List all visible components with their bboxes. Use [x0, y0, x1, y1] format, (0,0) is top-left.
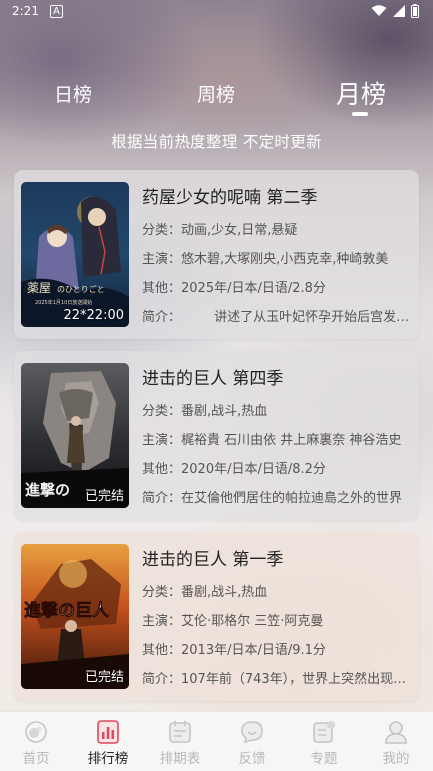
feedback-icon [241, 721, 263, 744]
nav-profile[interactable]: 我的 [360, 720, 432, 767]
tab-monthly[interactable]: 月榜 [336, 75, 386, 111]
status-bar: 2:21 A [0, 0, 433, 24]
notification-icon: A [50, 5, 63, 18]
cover-badge: 22*22:00 [63, 308, 124, 323]
nav-ranking[interactable]: 排行榜 [72, 720, 144, 767]
wifi-icon [371, 5, 387, 16]
topic-icon [313, 721, 335, 743]
cover-image: 進撃の巨人 已完结 [21, 544, 129, 689]
intro-value: 讲述了从玉叶妃怀孕开始后宫发生的一系列事件 [214, 310, 410, 325]
nav-feedback-label: 反馈 [238, 751, 266, 767]
category-label: 分类： [142, 404, 182, 419]
item-title: 药屋少女的呢喃 第二季 [142, 188, 318, 208]
other-value: 2025年/日本/日语/2.8分 [181, 281, 326, 296]
item-category: 分类：番剧,战斗,热血 [142, 581, 410, 600]
nav-topic-label: 专题 [310, 751, 338, 767]
signal-icon [393, 5, 405, 17]
cast-label: 主演： [142, 252, 182, 267]
nav-schedule-label: 排期表 [159, 751, 201, 767]
nav-home-label: 首页 [22, 751, 50, 767]
nav-topic[interactable]: 专题 [288, 720, 360, 767]
intro-label: 简介： [142, 491, 182, 506]
item-title: 进击的巨人 第四季 [142, 369, 284, 389]
cover-badge: 已完结 [84, 670, 124, 685]
other-value: 2020年/日本/日语/8.2分 [181, 462, 326, 477]
profile-icon [385, 721, 407, 744]
list-item[interactable]: 進撃の 已完结 进击的巨人 第四季 分类：番剧,战斗,热血 主演：梶裕貴 石川由… [14, 351, 419, 520]
cover-badge: 已完结 [84, 489, 124, 504]
item-intro: 简介：在艾倫他們居住的帕拉迪島之外的世界 [142, 487, 410, 506]
item-intro: 简介： 讲述了从玉叶妃怀孕开始后宫发生的一系列事件 [142, 306, 410, 325]
other-label: 其他： [142, 643, 182, 658]
intro-value: 107年前（743年），世界上突然出现了巨人 [181, 672, 410, 687]
intro-label: 简介： [142, 672, 182, 687]
svg-text:進撃の巨人: 進撃の巨人 [24, 600, 110, 621]
item-category: 分类：动画,少女,日常,悬疑 [142, 219, 410, 238]
nav-profile-label: 我的 [382, 751, 410, 767]
other-label: 其他： [142, 281, 182, 296]
category-label: 分类： [142, 585, 182, 600]
nav-schedule[interactable]: 排期表 [144, 720, 216, 767]
item-category: 分类：番剧,战斗,热血 [142, 400, 410, 419]
list-item[interactable]: 進撃の巨人 已完结 进击的巨人 第一季 分类：番剧,战斗,热血 主演：艾伦·耶格… [14, 532, 419, 701]
status-icons [371, 4, 419, 18]
item-cast: 主演：艾伦·耶格尔 三笠·阿克曼 [142, 610, 410, 629]
cast-label: 主演： [142, 433, 182, 448]
item-other: 其他：2013年/日本/日语/9.1分 [142, 639, 410, 658]
item-intro: 简介：107年前（743年），世界上突然出现了巨人 [142, 668, 410, 687]
category-label: 分类： [142, 223, 182, 238]
home-icon [25, 721, 47, 743]
intro-value: 在艾倫他們居住的帕拉迪島之外的世界 [181, 491, 403, 506]
item-other: 其他：2020年/日本/日语/8.2分 [142, 458, 410, 477]
item-title: 进击的巨人 第一季 [142, 550, 284, 570]
list-item[interactable]: 薬屋 のひとりごと 2025年1月10日放送開始 22*22:00 药屋少女的呢… [14, 170, 419, 339]
ranking-icon [97, 720, 119, 744]
cover-image: 進撃の 已完结 [21, 363, 129, 508]
tab-active-indicator [352, 112, 368, 116]
category-value: 动画,少女,日常,悬疑 [181, 223, 298, 238]
cast-label: 主演： [142, 614, 182, 629]
battery-icon [411, 4, 419, 18]
other-value: 2013年/日本/日语/9.1分 [181, 643, 326, 658]
tab-weekly[interactable]: 周榜 [197, 80, 235, 107]
svg-text:のひとりごと: のひとりごと [57, 284, 105, 294]
item-other: 其他：2025年/日本/日语/2.8分 [142, 277, 410, 296]
cover-image: 薬屋 のひとりごと 2025年1月10日放送開始 22*22:00 [21, 182, 129, 327]
item-cast: 主演：悠木碧,大塚刚央,小西克幸,种崎敦美 [142, 248, 410, 267]
nav-feedback[interactable]: 反馈 [216, 720, 288, 767]
intro-label: 简介： [142, 310, 182, 325]
page-subtitle: 根据当前热度整理 不定时更新 [111, 133, 322, 151]
other-label: 其他： [142, 462, 182, 477]
svg-text:進撃の: 進撃の [25, 481, 70, 499]
cast-value: 悠木碧,大塚刚央,小西克幸,种崎敦美 [181, 252, 389, 267]
nav-ranking-label: 排行榜 [87, 751, 129, 767]
category-value: 番剧,战斗,热血 [181, 404, 268, 419]
tab-daily[interactable]: 日榜 [54, 80, 92, 107]
item-cast: 主演：梶裕貴 石川由依 井上麻裏奈 神谷浩史 [142, 429, 410, 448]
bottom-nav: 首页 排行榜 排期表 反馈 专题 我的 [0, 711, 433, 771]
status-time: 2:21 [12, 4, 39, 18]
cast-value: 艾伦·耶格尔 三笠·阿克曼 [181, 614, 324, 629]
schedule-icon [169, 721, 191, 743]
cast-value: 梶裕貴 石川由依 井上麻裏奈 神谷浩史 [181, 433, 402, 448]
svg-text:2025年1月10日放送開始: 2025年1月10日放送開始 [35, 299, 92, 306]
nav-home[interactable]: 首页 [0, 720, 72, 767]
category-value: 番剧,战斗,热血 [181, 585, 268, 600]
ranking-tabs: 日榜 周榜 月榜 [0, 70, 433, 120]
svg-text:薬屋: 薬屋 [27, 281, 51, 295]
